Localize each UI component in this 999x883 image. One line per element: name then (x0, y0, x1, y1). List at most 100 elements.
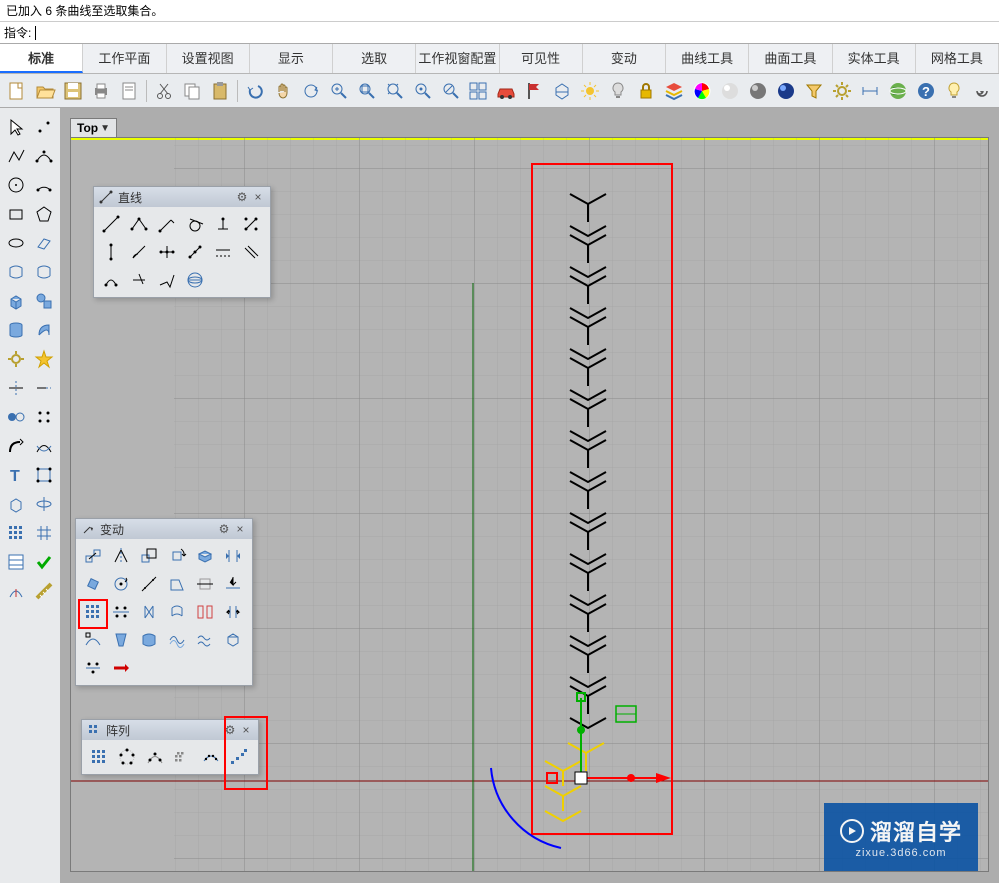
bend-icon[interactable] (2, 432, 30, 460)
trim-icon[interactable] (2, 374, 30, 402)
surface-edge-icon[interactable] (2, 258, 30, 286)
lock-icon[interactable] (633, 78, 659, 104)
analyze-icon[interactable] (2, 577, 30, 605)
car-icon[interactable] (493, 78, 519, 104)
lightbulb-icon[interactable] (605, 78, 631, 104)
line-bisector-icon[interactable] (154, 239, 180, 265)
line-icon[interactable] (98, 211, 124, 237)
array-3d-icon[interactable] (170, 744, 196, 770)
line-from-pts-icon[interactable] (182, 239, 208, 265)
line-offset-icon[interactable] (210, 239, 236, 265)
layers-icon[interactable] (661, 78, 687, 104)
polyline-angle-icon[interactable] (126, 211, 152, 237)
tab-设置视图[interactable]: 设置视图 (167, 44, 250, 73)
lightbulb2-icon[interactable] (941, 78, 967, 104)
copy-icon[interactable] (179, 78, 205, 104)
render-sphere-icon[interactable] (773, 78, 799, 104)
line-dup-icon[interactable] (238, 239, 264, 265)
tab-显示[interactable]: 显示 (250, 44, 333, 73)
align-icon[interactable] (108, 599, 134, 625)
circle-icon[interactable] (2, 171, 30, 199)
panel-header-transform[interactable]: 变动 ⚙ × (76, 519, 252, 539)
flip-icon[interactable] (220, 543, 246, 569)
command-input[interactable] (35, 26, 995, 40)
viewport[interactable]: 直线 ⚙ × (70, 137, 989, 872)
arrow-move-icon[interactable] (108, 655, 134, 681)
zoom-extents-icon[interactable] (382, 78, 408, 104)
polygon-icon[interactable] (30, 200, 58, 228)
copy-box-icon[interactable] (192, 543, 218, 569)
surface-loft-icon[interactable] (30, 258, 58, 286)
rotate-icon[interactable] (164, 543, 190, 569)
color-wheel-icon[interactable] (689, 78, 715, 104)
material-sphere-dark-icon[interactable] (745, 78, 771, 104)
shear-icon[interactable] (164, 571, 190, 597)
line-s-icon[interactable] (98, 267, 124, 293)
tab-曲面工具[interactable]: 曲面工具 (749, 44, 832, 73)
check-icon[interactable] (30, 548, 58, 576)
properties-icon[interactable] (2, 548, 30, 576)
filter-icon[interactable] (801, 78, 827, 104)
line-3d-icon[interactable] (154, 267, 180, 293)
spiral-icon[interactable] (969, 78, 995, 104)
tab-工作视窗配置[interactable]: 工作视窗配置 (416, 44, 499, 73)
dropdown-triangle-icon[interactable]: ▼ (100, 123, 110, 134)
project-icon[interactable] (220, 571, 246, 597)
grid-array-icon[interactable] (2, 519, 30, 547)
material-sphere-light-icon[interactable] (717, 78, 743, 104)
line-tangent-icon[interactable] (182, 211, 208, 237)
box-icon[interactable] (2, 287, 30, 315)
extend-icon[interactable] (30, 374, 58, 402)
gear-icon[interactable]: ⚙ (222, 723, 238, 737)
cage-icon[interactable] (220, 627, 246, 653)
grid2-array-icon[interactable] (30, 519, 58, 547)
rotate-center-icon[interactable] (108, 571, 134, 597)
cut-icon[interactable] (151, 78, 177, 104)
line-perp-icon[interactable] (210, 211, 236, 237)
sweep-icon[interactable] (30, 316, 58, 344)
flag-icon[interactable] (521, 78, 547, 104)
close-icon[interactable]: × (232, 522, 248, 536)
bend-icon[interactable] (164, 599, 190, 625)
panel-header-line[interactable]: 直线 ⚙ × (94, 187, 270, 207)
measure-icon[interactable] (30, 577, 58, 605)
shapes-icon[interactable] (30, 287, 58, 315)
viewport-title-bar[interactable]: Top ▼ (70, 118, 117, 137)
flow-srf-icon[interactable] (136, 627, 162, 653)
tab-选取[interactable]: 选取 (333, 44, 416, 73)
stretch-icon[interactable] (220, 599, 246, 625)
dot-icon[interactable] (2, 403, 30, 431)
open-file-icon[interactable] (32, 78, 58, 104)
zoom-window-icon[interactable] (326, 78, 352, 104)
panel-header-array[interactable]: 阵列 ⚙ × (82, 720, 258, 740)
dimension-icon[interactable] (857, 78, 883, 104)
ellipse-icon[interactable] (2, 229, 30, 257)
gear-icon[interactable]: ⚙ (216, 522, 232, 536)
rotate3d-icon[interactable] (80, 571, 106, 597)
save-icon[interactable] (60, 78, 86, 104)
tab-曲线工具[interactable]: 曲线工具 (666, 44, 749, 73)
smooth-icon[interactable] (164, 627, 190, 653)
explode-icon[interactable] (30, 345, 58, 373)
paste-icon[interactable] (207, 78, 233, 104)
globe-icon[interactable] (885, 78, 911, 104)
gear-icon[interactable]: ⚙ (234, 190, 250, 204)
rotate-3d-icon[interactable] (30, 490, 58, 518)
close-icon[interactable]: × (238, 723, 254, 737)
wave-icon[interactable] (192, 627, 218, 653)
globe-icon[interactable] (182, 267, 208, 293)
close-icon[interactable]: × (250, 190, 266, 204)
tab-实体工具[interactable]: 实体工具 (833, 44, 916, 73)
mirror-icon[interactable] (108, 543, 134, 569)
array-rect-icon[interactable] (80, 599, 106, 625)
line-tools-panel[interactable]: 直线 ⚙ × (93, 186, 271, 298)
tab-可见性[interactable]: 可见性 (500, 44, 583, 73)
pan-hand-icon[interactable] (270, 78, 296, 104)
settings-gear-icon[interactable] (829, 78, 855, 104)
plane-icon[interactable] (30, 229, 58, 257)
scale-icon[interactable] (136, 543, 162, 569)
array-srf-icon[interactable] (198, 744, 224, 770)
array-curve-icon[interactable] (142, 744, 168, 770)
line-vertical-icon[interactable] (98, 239, 124, 265)
point-icon[interactable] (30, 113, 58, 141)
